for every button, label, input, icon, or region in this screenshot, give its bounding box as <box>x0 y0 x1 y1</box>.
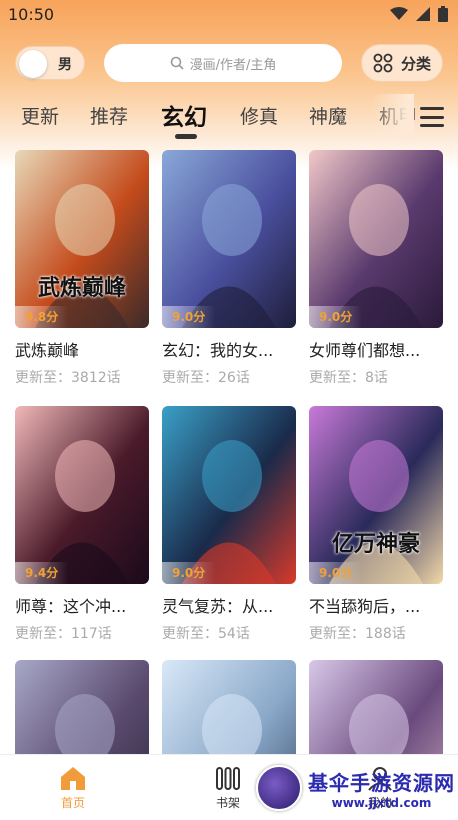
gender-label: 男 <box>58 57 72 73</box>
comic-update: 更新至：54话 <box>162 626 250 642</box>
category-label: 分类 <box>400 54 431 73</box>
comic-score: 9.4分 <box>15 562 69 584</box>
menu-icon[interactable] <box>418 104 446 130</box>
comic-title[interactable]: 灵气复苏：从... <box>162 593 296 617</box>
watermark-title: 基伞手游资源网 <box>308 770 455 795</box>
comic-card[interactable]: 武炼巅峰 9.8分 武炼巅峰 更新至：3812话 <box>15 150 149 387</box>
search-placeholder: 漫画/作者/主角 <box>189 57 277 73</box>
home-icon <box>61 767 85 790</box>
nav-home-label: 首页 <box>60 796 85 810</box>
status-icons <box>390 6 448 22</box>
comic-score: 9.8分 <box>15 306 69 328</box>
grid-icon <box>373 53 393 73</box>
cover-title-art: 武炼巅峰 <box>37 276 126 301</box>
comic-title[interactable]: 玄幻：我的女... <box>162 337 296 361</box>
bookshelf-icon <box>216 767 240 790</box>
nav-bookshelf[interactable]: 书架 <box>198 765 258 811</box>
comic-score: 9.0分 <box>309 562 363 584</box>
watermark: 基伞手游资源网 www.jjxtd.com <box>256 760 456 816</box>
comic-title[interactable]: 武炼巅峰 <box>15 337 149 361</box>
comic-update: 更新至：8话 <box>309 370 388 386</box>
tab-1[interactable]: 推荐 <box>90 102 128 129</box>
comic-cover[interactable]: 9.0分 <box>309 150 443 328</box>
top-bar: 男 漫画/作者/主角 分类 <box>0 42 458 86</box>
status-time: 10:50 <box>8 4 55 24</box>
comic-cover[interactable]: 9.0分 <box>162 406 296 584</box>
cover-title-art: 亿万神豪 <box>331 532 420 557</box>
tab-active-indicator <box>175 134 197 139</box>
tab-0[interactable]: 更新 <box>21 102 59 129</box>
nav-home[interactable]: 首页 <box>43 765 103 811</box>
tab-3[interactable]: 修真 <box>240 102 278 129</box>
comic-update: 更新至：188话 <box>309 626 406 642</box>
comic-score: 9.0分 <box>309 306 363 328</box>
signal-icon <box>416 7 430 21</box>
category-button[interactable]: 分类 <box>361 44 443 82</box>
tabs-fade <box>372 94 414 140</box>
search-icon <box>170 56 184 70</box>
comic-update: 更新至：26话 <box>162 370 250 386</box>
comic-card[interactable]: 9.4分师尊：这个冲... 更新至：117话 <box>15 406 149 643</box>
comic-title[interactable]: 不当舔狗后，... <box>309 593 443 617</box>
comic-cover[interactable]: 9.0分 <box>162 150 296 328</box>
gender-toggle[interactable]: 男 <box>15 46 85 80</box>
wifi-icon <box>390 7 408 20</box>
watermark-logo-icon <box>256 765 302 811</box>
comic-cover[interactable]: 武炼巅峰 9.8分 <box>15 150 149 328</box>
nav-bookshelf-label: 书架 <box>215 796 240 810</box>
status-bar: 10:50 <box>0 0 458 28</box>
battery-icon <box>438 6 448 22</box>
comic-update: 更新至：117话 <box>15 626 112 642</box>
watermark-url: www.jjxtd.com <box>331 795 432 810</box>
comic-score: 9.0分 <box>162 562 216 584</box>
comic-card[interactable]: 9.0分女师尊们都想... 更新至：8话 <box>309 150 443 387</box>
comic-card[interactable]: 9.0分灵气复苏：从... 更新至：54话 <box>162 406 296 643</box>
comic-card[interactable]: 亿万神豪 9.0分不当舔狗后，... 更新至：188话 <box>309 406 443 643</box>
tab-4[interactable]: 神魔 <box>309 102 347 129</box>
comic-cover[interactable]: 9.4分 <box>15 406 149 584</box>
comic-cover[interactable]: 亿万神豪 9.0分 <box>309 406 443 584</box>
comic-card[interactable]: 9.0分玄幻：我的女... 更新至：26话 <box>162 150 296 387</box>
tab-2[interactable]: 玄幻 <box>161 98 207 132</box>
search-input[interactable]: 漫画/作者/主角 <box>104 44 342 82</box>
comic-update: 更新至：3812话 <box>15 370 121 386</box>
comic-title[interactable]: 女师尊们都想... <box>309 337 443 361</box>
watermark-text: 基伞手游资源网 www.jjxtd.com <box>308 767 455 810</box>
comic-score: 9.0分 <box>162 306 216 328</box>
genre-tabs: 更新 推荐 玄幻 修真 神魔 机甲 <box>0 94 458 140</box>
comic-title[interactable]: 师尊：这个冲... <box>15 593 149 617</box>
toggle-knob[interactable] <box>19 50 47 78</box>
